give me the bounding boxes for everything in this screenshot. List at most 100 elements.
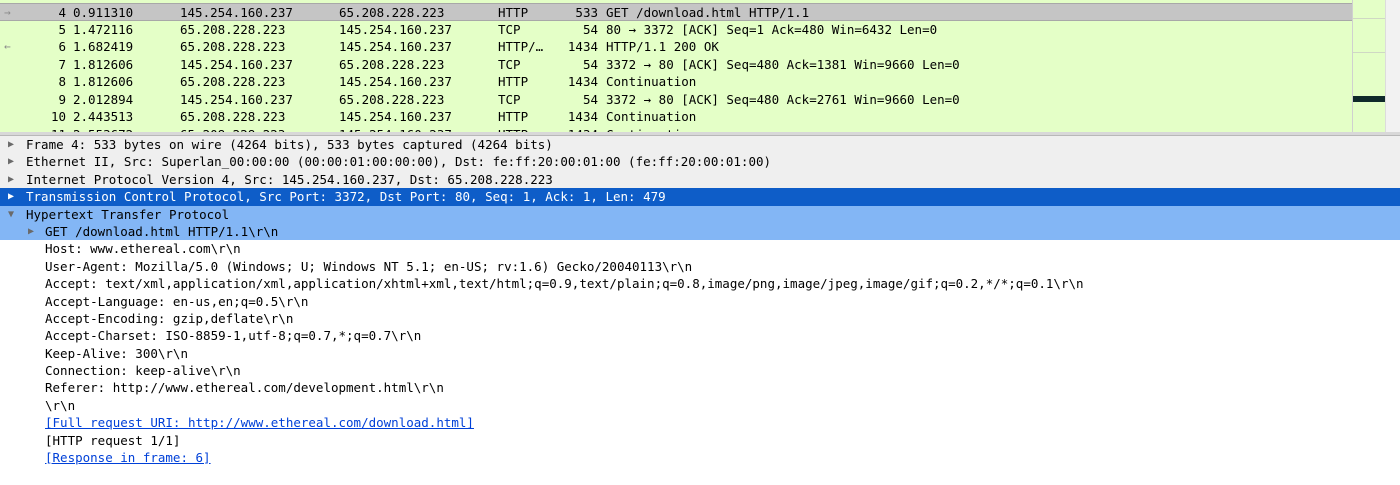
expand-triangle-icon[interactable]: ▶: [8, 171, 14, 188]
packet-destination: 65.208.228.223: [339, 56, 445, 72]
packet-length: 54: [582, 56, 598, 72]
collapse-triangle-icon[interactable]: ▼: [8, 206, 14, 223]
packet-length: 1434: [567, 74, 598, 89]
packet-minimap[interactable]: [1352, 0, 1386, 132]
detail-tree-item[interactable]: Accept-Language: en-us,en;q=0.5\r\n: [0, 292, 1400, 310]
packet-info: Continuation: [606, 109, 697, 124]
packet-number: 6: [58, 39, 66, 54]
detail-text: Ethernet II, Src: Superlan_00:00:00 (00:…: [26, 154, 772, 170]
detail-text: Keep-Alive: 300\r\n: [45, 345, 188, 361]
detail-text: Frame 4: 533 bytes on wire (4264 bits), …: [26, 137, 553, 152]
packet-protocol: HTTP: [498, 74, 529, 89]
packet-length: 1434: [567, 109, 598, 124]
packet-destination: 145.254.160.237: [339, 21, 452, 37]
packet-protocol: HTTP: [498, 109, 529, 124]
detail-tree-item[interactable]: [Response in frame: 6]: [0, 449, 1400, 467]
detail-link[interactable]: [Response in frame: 6]: [45, 449, 211, 466]
detail-tree-item[interactable]: Keep-Alive: 300\r\n: [0, 344, 1400, 363]
detail-tree-item[interactable]: \r\n: [0, 396, 1400, 415]
packet-info: 3372 → 80 [ACK] Seq=480 Ack=1381 Win=966…: [606, 56, 960, 72]
detail-tree-item[interactable]: User-Agent: Mozilla/5.0 (Windows; U; Win…: [0, 257, 1400, 276]
detail-tree-item[interactable]: ▶ Ethernet II, Src: Superlan_00:00:00 (00…: [0, 153, 1400, 171]
detail-text: [HTTP request 1/1]: [45, 432, 181, 448]
packet-list[interactable]: → 4 0.911310 145.254.160.237 65.208.228.223 H…: [0, 0, 1400, 132]
expand-triangle-icon[interactable]: ▶: [8, 136, 14, 153]
packet-protocol: TCP: [498, 21, 521, 37]
detail-link[interactable]: [Full request URI: http://www.ethereal.c…: [45, 414, 474, 431]
expand-triangle-icon[interactable]: ▶: [8, 153, 14, 170]
detail-text: Referer: http://www.ethereal.com/develop…: [45, 380, 444, 396]
packet-protocol: HTTP/…: [498, 39, 544, 54]
packet-info: 80 → 3372 [ACK] Seq=1 Ack=480 Win=6432 L…: [606, 21, 938, 37]
packet-destination: 65.208.228.223: [339, 91, 445, 107]
packet-info: Continuation: [606, 74, 697, 89]
packet-source: 65.208.228.223: [180, 21, 286, 37]
packet-row[interactable]: → 4 0.911310 145.254.160.237 65.208.228.223 H…: [0, 3, 1352, 21]
expand-triangle-icon[interactable]: ▶: [8, 188, 14, 205]
detail-tree-item[interactable]: ▶ Transmission Control Protocol, Src Port…: [0, 188, 1400, 206]
detail-text: Accept-Encoding: gzip,deflate\r\n: [45, 310, 294, 326]
packet-details-tree[interactable]: ▶ Frame 4: 533 bytes on wire (4264 bits),…: [0, 136, 1400, 485]
packet-row[interactable]: 9 2.012894 145.254.160.237 65.208.228.223 TC…: [0, 90, 1352, 108]
packet-info: GET /download.html HTTP/1.1: [606, 5, 810, 20]
detail-tree-item[interactable]: ▼ Hypertext Transfer Protocol: [0, 205, 1400, 223]
packet-number: 4: [58, 5, 66, 20]
packet-destination: 65.208.228.223: [339, 5, 445, 20]
detail-tree-item[interactable]: ▶ Internet Protocol Version 4, Src: 145.2…: [0, 170, 1400, 189]
packet-protocol: TCP: [498, 91, 521, 107]
detail-tree-item[interactable]: [HTTP request 1/1]: [0, 431, 1400, 450]
packet-source: 145.254.160.237: [180, 5, 293, 20]
expand-triangle-icon[interactable]: ▶: [28, 223, 34, 240]
detail-tree-item[interactable]: ▶ Frame 4: 533 bytes on wire (4264 bits),…: [0, 136, 1400, 154]
packet-time: 0.911310: [73, 5, 134, 20]
detail-text: \r\n: [45, 397, 76, 413]
packet-number: 10: [50, 109, 66, 124]
detail-tree-item[interactable]: Accept: text/xml,application/xml,applica…: [0, 275, 1400, 293]
detail-tree-item[interactable]: [Full request URI: http://www.ethereal.c…: [0, 414, 1400, 432]
packet-row[interactable]: 10 2.443513 65.208.228.223 145.254.160.237 H…: [0, 108, 1352, 126]
packet-length: 54: [582, 21, 598, 37]
detail-tree-item[interactable]: Referer: http://www.ethereal.com/develop…: [0, 379, 1400, 397]
packet-destination: 145.254.160.237: [339, 109, 452, 124]
packet-time: 1.812606: [73, 74, 134, 89]
packet-time: 2.443513: [73, 109, 134, 124]
packet-number: 7: [58, 56, 66, 72]
detail-tree-item[interactable]: Accept-Encoding: gzip,deflate\r\n: [0, 309, 1400, 328]
packet-time: 1.682419: [73, 39, 134, 54]
minimap-separator: [1353, 52, 1386, 53]
packet-row[interactable]: ← 6 1.682419 65.208.228.223 145.254.160.237 H…: [0, 38, 1352, 56]
packet-time: 1.812606: [73, 56, 134, 72]
detail-text: Accept: text/xml,application/xml,applica…: [45, 276, 1084, 292]
packet-destination: 145.254.160.237: [339, 74, 452, 89]
packet-row[interactable]: 7 1.812606 145.254.160.237 65.208.228.223 TC…: [0, 55, 1352, 73]
packet-length: 533: [575, 5, 598, 20]
packet-number: 8: [58, 74, 66, 89]
packet-rows: → 4 0.911310 145.254.160.237 65.208.228.223 H…: [0, 3, 1352, 132]
related-packet-arrow-icon: →: [4, 6, 11, 19]
detail-text: Transmission Control Protocol, Src Port:…: [26, 189, 666, 205]
packet-time: 2.012894: [73, 91, 134, 107]
packet-source: 145.254.160.237: [180, 56, 293, 72]
detail-text: Accept-Charset: ISO-8859-1,utf-8;q=0.7,*…: [45, 328, 422, 344]
packet-number: 5: [58, 21, 66, 37]
detail-tree-item[interactable]: Connection: keep-alive\r\n: [0, 362, 1400, 380]
packet-number: 9: [58, 91, 66, 107]
packet-destination: 145.254.160.237: [339, 39, 452, 54]
detail-tree-item[interactable]: Accept-Charset: ISO-8859-1,utf-8;q=0.7,*…: [0, 327, 1400, 345]
packet-source: 145.254.160.237: [180, 91, 293, 107]
packet-source: 65.208.228.223: [180, 39, 286, 54]
packet-row[interactable]: 5 1.472116 65.208.228.223 145.254.160.237 TC…: [0, 20, 1352, 38]
packet-list-scrollbar[interactable]: [1385, 0, 1400, 132]
packet-row[interactable]: 8 1.812606 65.208.228.223 145.254.160.237 HT…: [0, 73, 1352, 91]
detail-tree-item[interactable]: Host: www.ethereal.com\r\n: [0, 240, 1400, 258]
packet-length: 1434: [567, 39, 598, 54]
packet-source: 65.208.228.223: [180, 74, 286, 89]
detail-text: User-Agent: Mozilla/5.0 (Windows; U; Win…: [45, 258, 693, 274]
packet-source: 65.208.228.223: [180, 109, 286, 124]
detail-text: Internet Protocol Version 4, Src: 145.25…: [26, 171, 553, 187]
detail-tree-item[interactable]: ▶ GET /download.html HTTP/1.1\r\n: [0, 222, 1400, 241]
packet-info: HTTP/1.1 200 OK: [606, 39, 719, 54]
minimap-position-marker: [1353, 96, 1386, 102]
detail-text: GET /download.html HTTP/1.1\r\n: [45, 223, 279, 239]
packet-length: 54: [582, 91, 598, 107]
